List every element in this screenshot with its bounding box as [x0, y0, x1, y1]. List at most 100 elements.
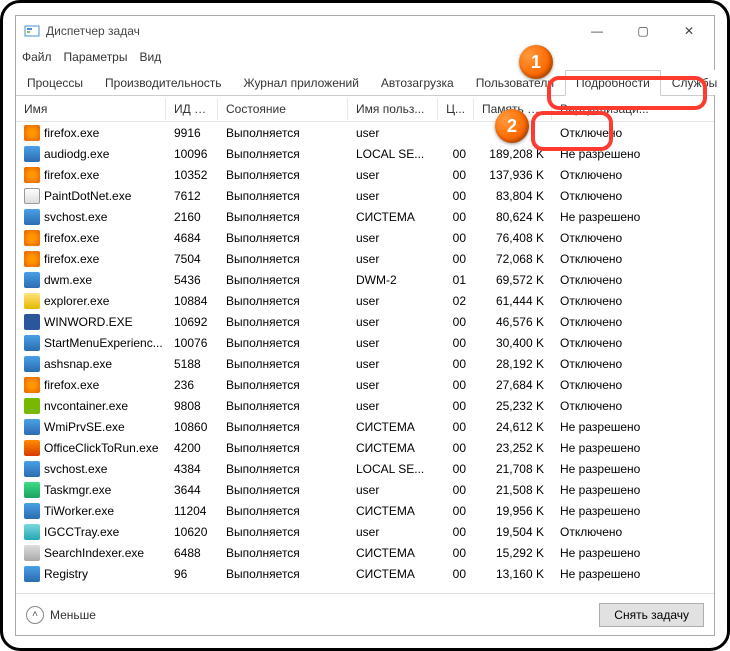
- process-pid: 4200: [166, 441, 218, 455]
- process-name: WINWORD.EXE: [44, 315, 133, 329]
- process-status: Выполняется: [218, 168, 348, 182]
- table-row[interactable]: PaintDotNet.exe7612Выполняетсяuser0083,8…: [16, 185, 714, 206]
- process-virtualization: Не разрешено: [552, 462, 662, 476]
- tab-startup[interactable]: Автозагрузка: [370, 70, 465, 95]
- table-row[interactable]: WINWORD.EXE10692Выполняетсяuser0046,576 …: [16, 311, 714, 332]
- close-button[interactable]: ✕: [666, 16, 712, 46]
- header-pid[interactable]: ИД п...: [166, 98, 218, 120]
- table-row[interactable]: OfficeClickToRun.exe4200ВыполняетсяСИСТЕ…: [16, 437, 714, 458]
- process-virtualization: Не разрешено: [552, 567, 662, 581]
- process-user: СИСТЕМА: [348, 567, 438, 581]
- process-icon: [24, 482, 40, 498]
- process-cpu: 00: [438, 147, 474, 161]
- table-row[interactable]: SearchIndexer.exe6488ВыполняетсяСИСТЕМА0…: [16, 542, 714, 563]
- maximize-button[interactable]: ▢: [620, 16, 666, 46]
- table-row[interactable]: Taskmgr.exe3644Выполняетсяuser0021,508 K…: [16, 479, 714, 500]
- process-virtualization: Отключено: [552, 357, 662, 371]
- process-pid: 2160: [166, 210, 218, 224]
- fewer-details-button[interactable]: ˄ Меньше: [26, 606, 96, 624]
- process-cpu: 00: [438, 525, 474, 539]
- table-row[interactable]: svchost.exe4384ВыполняетсяLOCAL SE...002…: [16, 458, 714, 479]
- header-name[interactable]: Имя: [16, 98, 166, 120]
- annotation-badge-2: 2: [495, 109, 529, 143]
- table-row[interactable]: TiWorker.exe11204ВыполняетсяСИСТЕМА0019,…: [16, 500, 714, 521]
- table-row[interactable]: WmiPrvSE.exe10860ВыполняетсяСИСТЕМА0024,…: [16, 416, 714, 437]
- minimize-button[interactable]: —: [574, 16, 620, 46]
- process-table[interactable]: firefox.exe9916ВыполняетсяuserОтключеноa…: [16, 122, 714, 593]
- process-name: WmiPrvSE.exe: [44, 420, 125, 434]
- process-status: Выполняется: [218, 210, 348, 224]
- header-user[interactable]: Имя польз...: [348, 98, 438, 120]
- process-virtualization: Не разрешено: [552, 504, 662, 518]
- table-row[interactable]: explorer.exe10884Выполняетсяuser0261,444…: [16, 290, 714, 311]
- table-row[interactable]: firefox.exe236Выполняетсяuser0027,684 KО…: [16, 374, 714, 395]
- table-row[interactable]: audiodg.exe10096ВыполняетсяLOCAL SE...00…: [16, 143, 714, 164]
- process-user: СИСТЕМА: [348, 546, 438, 560]
- table-row[interactable]: nvcontainer.exe9808Выполняетсяuser0025,2…: [16, 395, 714, 416]
- table-row[interactable]: StartMenuExperienc...10076Выполняетсяuse…: [16, 332, 714, 353]
- process-status: Выполняется: [218, 189, 348, 203]
- process-icon: [24, 356, 40, 372]
- process-name: audiodg.exe: [44, 147, 109, 161]
- process-memory: 30,400 K: [474, 336, 552, 350]
- process-cpu: 00: [438, 567, 474, 581]
- process-icon: [24, 293, 40, 309]
- process-pid: 4684: [166, 231, 218, 245]
- process-icon: [24, 566, 40, 582]
- process-cpu: 00: [438, 231, 474, 245]
- process-user: user: [348, 525, 438, 539]
- process-name: ashsnap.exe: [44, 357, 112, 371]
- process-pid: 10692: [166, 315, 218, 329]
- menu-view[interactable]: Вид: [139, 50, 161, 64]
- process-name: Taskmgr.exe: [44, 483, 111, 497]
- process-user: user: [348, 399, 438, 413]
- table-row[interactable]: dwm.exe5436ВыполняетсяDWM-20169,572 KОтк…: [16, 269, 714, 290]
- process-status: Выполняется: [218, 483, 348, 497]
- process-icon: [24, 440, 40, 456]
- process-user: СИСТЕМА: [348, 210, 438, 224]
- process-user: user: [348, 189, 438, 203]
- process-user: user: [348, 231, 438, 245]
- table-row[interactable]: firefox.exe4684Выполняетсяuser0076,408 K…: [16, 227, 714, 248]
- tab-performance[interactable]: Производительность: [94, 70, 232, 95]
- tab-details[interactable]: Подробности: [565, 70, 661, 96]
- table-row[interactable]: ashsnap.exe5188Выполняетсяuser0028,192 K…: [16, 353, 714, 374]
- process-status: Выполняется: [218, 294, 348, 308]
- table-row[interactable]: firefox.exe7504Выполняетсяuser0072,068 K…: [16, 248, 714, 269]
- process-name: PaintDotNet.exe: [44, 189, 131, 203]
- header-status[interactable]: Состояние: [218, 98, 348, 120]
- tab-users[interactable]: Пользователи: [465, 70, 565, 95]
- process-pid: 10352: [166, 168, 218, 182]
- process-status: Выполняется: [218, 336, 348, 350]
- table-row[interactable]: Registry96ВыполняетсяСИСТЕМА0013,160 KНе…: [16, 563, 714, 584]
- window-title: Диспетчер задач: [46, 24, 574, 38]
- end-task-button[interactable]: Снять задачу: [599, 603, 704, 627]
- menu-file[interactable]: Файл: [22, 50, 52, 64]
- process-cpu: 00: [438, 504, 474, 518]
- process-memory: 13,160 K: [474, 567, 552, 581]
- process-virtualization: Отключено: [552, 525, 662, 539]
- titlebar: Диспетчер задач — ▢ ✕: [16, 16, 714, 46]
- process-memory: 80,624 K: [474, 210, 552, 224]
- process-user: user: [348, 378, 438, 392]
- tab-services[interactable]: Службы: [661, 70, 728, 95]
- table-row[interactable]: IGCCTray.exe10620Выполняетсяuser0019,504…: [16, 521, 714, 542]
- process-pid: 9916: [166, 126, 218, 140]
- process-status: Выполняется: [218, 231, 348, 245]
- process-name: IGCCTray.exe: [44, 525, 119, 539]
- process-name: Registry: [44, 567, 88, 581]
- header-cpu[interactable]: Ц...: [438, 98, 474, 120]
- process-memory: 83,804 K: [474, 189, 552, 203]
- menu-options[interactable]: Параметры: [64, 50, 128, 64]
- table-row[interactable]: firefox.exe10352Выполняетсяuser00137,936…: [16, 164, 714, 185]
- process-name: firefox.exe: [44, 378, 99, 392]
- table-row[interactable]: svchost.exe2160ВыполняетсяСИСТЕМА0080,62…: [16, 206, 714, 227]
- tab-app-history[interactable]: Журнал приложений: [233, 70, 370, 95]
- table-row[interactable]: firefox.exe9916ВыполняетсяuserОтключено: [16, 122, 714, 143]
- header-virtualization[interactable]: Виртуализаци...: [552, 98, 662, 120]
- process-memory: 25,232 K: [474, 399, 552, 413]
- tab-processes[interactable]: Процессы: [16, 70, 94, 95]
- process-virtualization: Отключено: [552, 126, 662, 140]
- process-cpu: 00: [438, 441, 474, 455]
- process-virtualization: Отключено: [552, 189, 662, 203]
